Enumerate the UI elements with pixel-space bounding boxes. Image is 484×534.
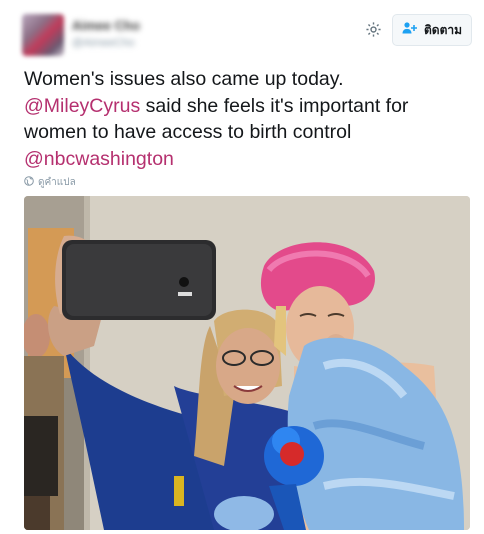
author-info[interactable]: Aimee Cho @AimeeCho <box>72 18 182 52</box>
tweet-line-text: said she feels it's important for <box>140 94 409 117</box>
gear-icon[interactable] <box>362 18 384 40</box>
author-name[interactable]: Aimee Cho <box>72 18 182 33</box>
translate-label: ดูคำแปล <box>38 177 76 188</box>
globe-icon <box>24 176 34 189</box>
mention-link[interactable]: @MileyCyrus <box>24 95 140 117</box>
translate-link[interactable]: ดูคำแปล <box>24 175 76 190</box>
mention-link[interactable]: @nbcwashington <box>24 148 174 170</box>
tweet-text: Women's issues also came up today. @Mile… <box>24 66 469 172</box>
tweet-line: Women's issues also came up today. <box>24 68 344 90</box>
follow-label: ติดตาม <box>423 22 463 37</box>
tweet-line: @nbcwashington <box>24 146 469 173</box>
photo-image <box>24 196 470 530</box>
author-handle: @AimeeCho <box>72 37 135 49</box>
tweet-line: @MileyCyrus said she feels it's importan… <box>24 93 469 120</box>
add-user-icon <box>402 21 418 39</box>
follow-button[interactable]: ติดตาม <box>392 14 472 46</box>
tweet-photo[interactable] <box>24 196 470 530</box>
avatar[interactable] <box>22 14 64 56</box>
tweet-line: women to have access to birth control <box>24 121 352 143</box>
gear-icon-graphic <box>365 21 381 37</box>
tweet-header: Aimee Cho @AimeeCho ติดตาม <box>0 0 484 60</box>
